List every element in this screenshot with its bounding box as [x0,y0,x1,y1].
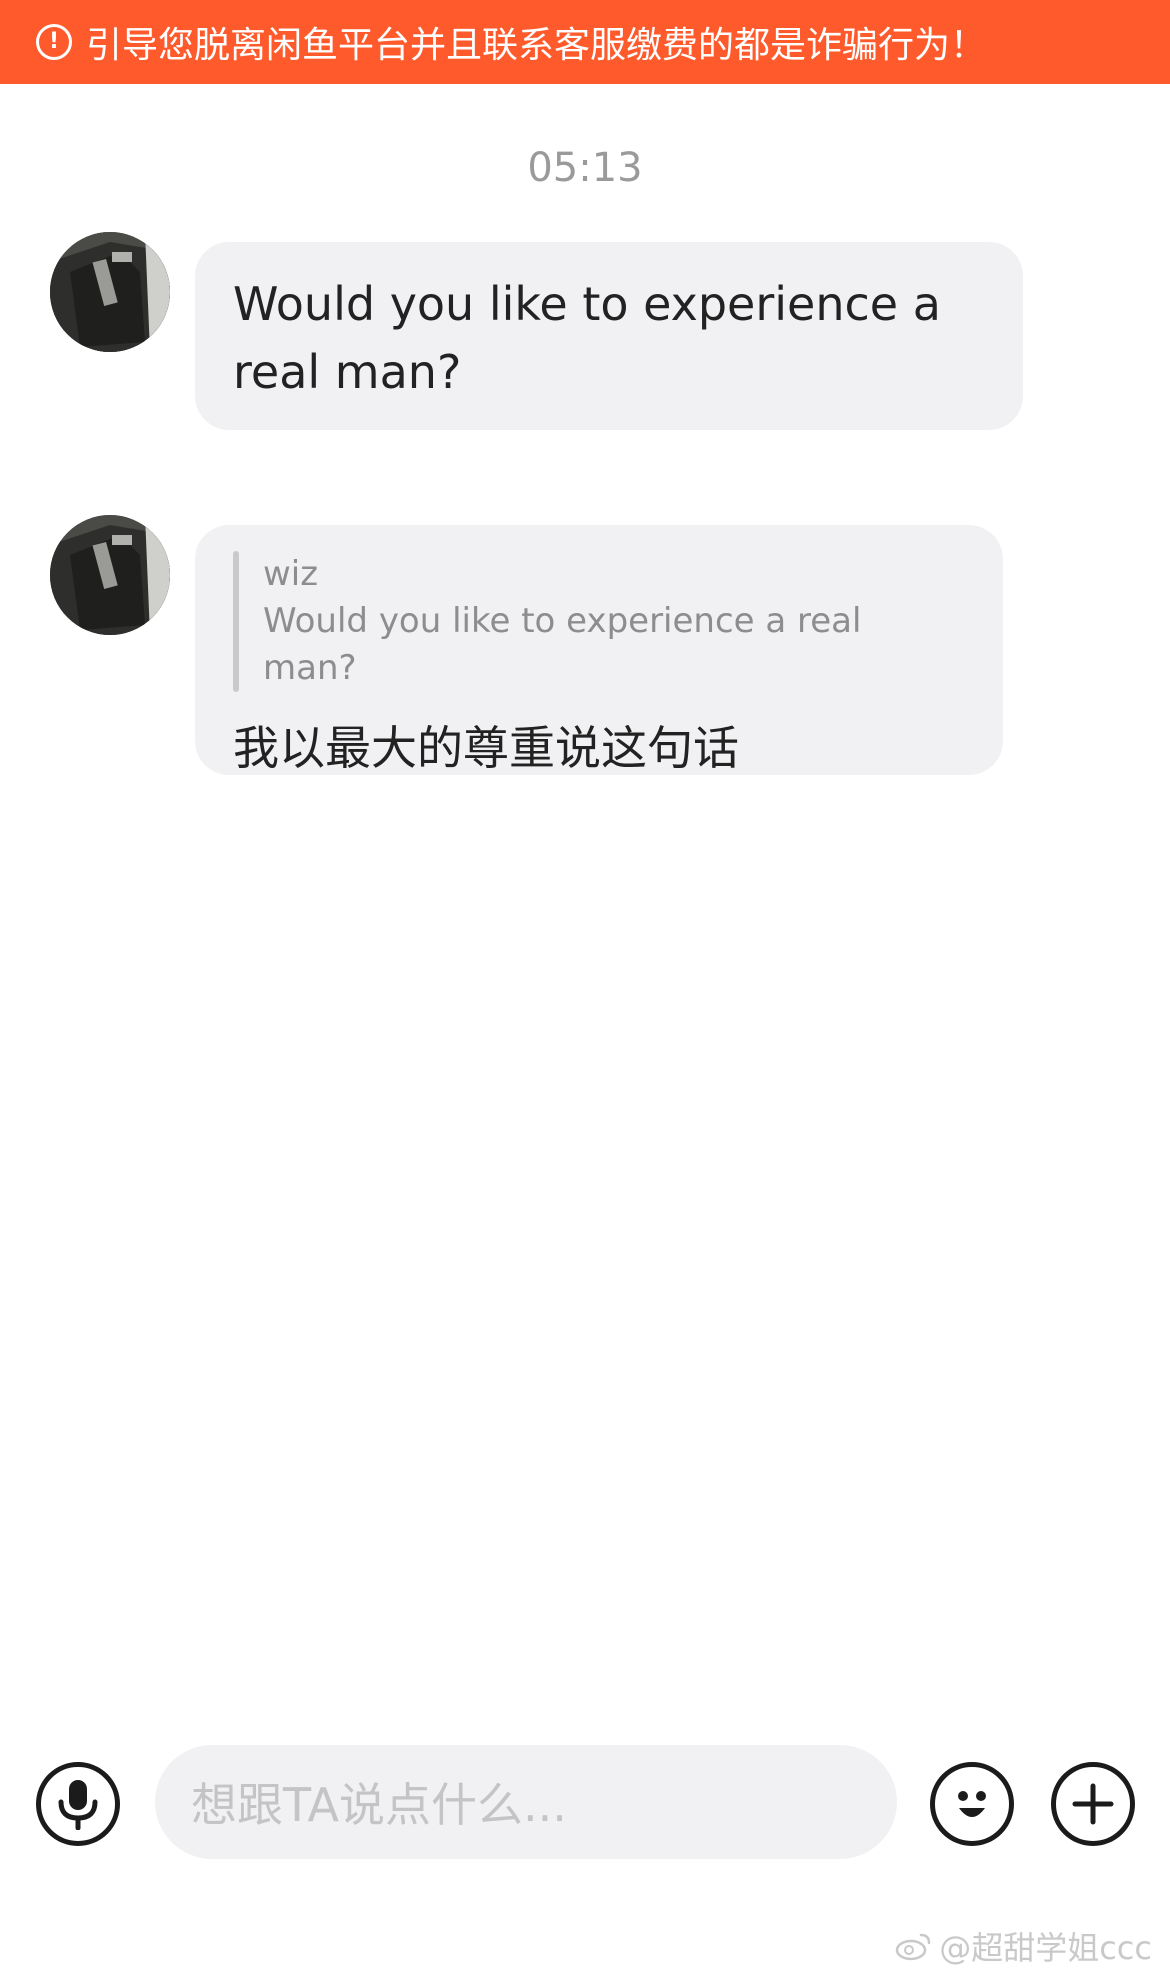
exclamation-circle-icon: ! [36,24,72,60]
avatar-image [50,515,170,635]
message-input-placeholder: 想跟TA说点什么... [191,1778,567,1832]
watermark-text: @超甜学姐ccc [939,1929,1152,1967]
quote-author: wiz [263,554,319,594]
voice-button[interactable] [36,1762,120,1846]
avatar[interactable] [50,232,170,352]
fraud-warning-banner: ! 引导您脱离闲鱼平台并且联系客服缴费的都是诈骗行为！ [0,0,1170,84]
more-button[interactable] [1051,1762,1135,1846]
emoji-button[interactable] [930,1762,1014,1846]
message-bubble[interactable]: Would you like to experience a real man? [195,242,1023,430]
reply-message-bubble[interactable]: wiz Would you like to experience a real … [195,525,1003,775]
quoted-message[interactable]: wiz Would you like to experience a real … [233,551,965,692]
message-text: Would you like to experience a real man? [233,277,941,399]
quote-divider [233,551,239,692]
warning-text: 引导您脱离闲鱼平台并且联系客服缴费的都是诈骗行为！ [86,25,987,66]
microphone-icon [58,1780,98,1830]
quote-text: Would you like to experience a real man? [263,601,862,688]
watermark: @超甜学姐ccc [895,1923,1152,1969]
avatar-image [50,232,170,352]
emoji-icon [958,1791,986,1817]
message-timestamp: 05:13 [527,145,643,191]
message-input[interactable]: 想跟TA说点什么... [155,1745,897,1859]
plus-icon [1072,1783,1114,1825]
message-text: 我以最大的尊重说这句话 [233,721,739,775]
weibo-logo-icon [895,1933,931,1961]
avatar[interactable] [50,515,170,635]
